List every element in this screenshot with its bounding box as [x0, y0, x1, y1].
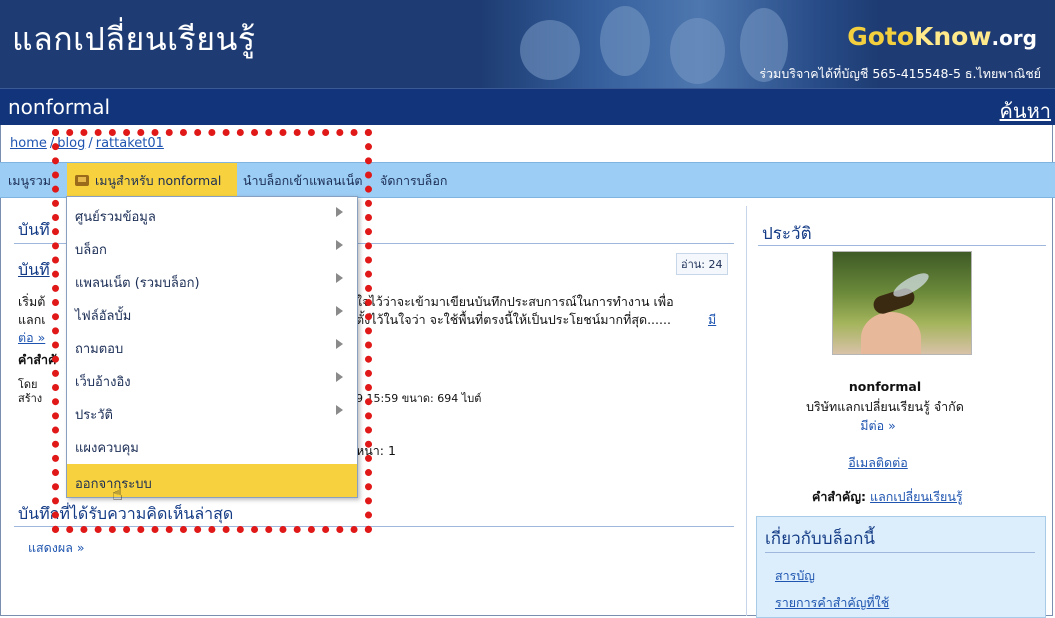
- menu-manage-blog[interactable]: จัดการบล็อก: [380, 171, 447, 191]
- profile-keyword: คำสำคัญ: แลกเปลี่ยนเรียนรู้: [812, 487, 963, 507]
- created-label: สร้าง: [18, 392, 43, 405]
- dropdown-item-control-panel[interactable]: แผงควบคุม: [67, 428, 357, 461]
- table-of-contents-link[interactable]: สารบัญ: [775, 566, 815, 586]
- dropdown-item-label: ถามตอบ: [75, 342, 124, 357]
- latest-comments-title: บันทึกที่ได้รับความคิดเห็นล่าสุด: [18, 504, 234, 523]
- chevron-right-icon: [336, 207, 343, 217]
- dropdown-item-label: แพลนเน็ต (รวมบล็อก): [75, 276, 200, 291]
- keyword-list-link[interactable]: รายการคำสำคัญที่ใช้: [775, 593, 889, 613]
- chevron-right-icon: [336, 306, 343, 316]
- breadcrumb-user[interactable]: rattaket01: [96, 136, 164, 151]
- chevron-right-icon: [336, 405, 343, 415]
- about-blog-title: เกี่ยวกับบล็อกนี้: [765, 529, 876, 549]
- dropdown-item-data-center[interactable]: ศูนย์รวมข้อมูล: [67, 197, 357, 230]
- timestamp-size: 9 15:59 ขนาด: 694 ไบต์: [356, 392, 482, 405]
- section-title: บันทึ: [18, 220, 50, 239]
- breadcrumb-separator: /: [49, 136, 55, 151]
- profile-divider: [758, 245, 1046, 246]
- breadcrumb-blog[interactable]: blog: [57, 136, 85, 151]
- keyword-label: คำสำคั: [18, 352, 57, 367]
- menu-add-to-planet[interactable]: นำบล็อกเข้าแพลนเน็ต: [243, 171, 363, 191]
- entry-excerpt-line2-start: แลกเ: [18, 312, 46, 327]
- gotoknow-logo[interactable]: GotoKnow.org: [847, 22, 1037, 51]
- breadcrumb: home / blog / rattaket01: [10, 136, 164, 151]
- about-divider: [765, 552, 1035, 553]
- profile-name: nonformal: [848, 379, 922, 394]
- dropdown-item-label: ไฟล์อัลบั้ม: [75, 309, 132, 324]
- entry-excerpt-line1-end: ใจไว้ว่าจะเข้ามาเขียนบันทึกประสบการณ์ในก…: [356, 294, 674, 309]
- dropdown-item-label: แผงควบคุม: [75, 441, 139, 456]
- blog-title-bar: nonformal ค้นหา: [0, 88, 1055, 125]
- hand-pointer-icon: ☝: [112, 484, 123, 505]
- profile-photo[interactable]: [832, 251, 972, 355]
- entry-excerpt-line1-start: เริ่มต้: [18, 294, 46, 309]
- entry-excerpt-line2-end: ตั้งไว้ในใจว่า จะใช้พื้นที่ตรงนี้ให้เป็น…: [356, 312, 671, 327]
- read-more-link[interactable]: มี: [708, 310, 716, 330]
- entry-title[interactable]: บันทึ: [18, 258, 50, 283]
- chevron-right-icon: [336, 339, 343, 349]
- logo-org: .org: [991, 26, 1037, 50]
- site-title[interactable]: แลกเปลี่ยนเรียนรู้: [12, 14, 256, 65]
- profile-organization: บริษัทแลกเปลี่ยนเรียนรู้ จำกัด: [806, 399, 964, 414]
- dropdown-item-logout[interactable]: ออกจากระบบ: [67, 464, 357, 497]
- logo-know: Know: [914, 22, 992, 51]
- profile-title: ประวัติ: [762, 224, 812, 244]
- main-menubar: เมนูรวม เมนูสำหรับ nonformal นำบล็อกเข้า…: [0, 162, 1055, 198]
- dropdown-item-qa[interactable]: ถามตอบ: [67, 329, 357, 362]
- chevron-right-icon: [336, 273, 343, 283]
- breadcrumb-separator: /: [88, 136, 93, 151]
- chevron-right-icon: [336, 240, 343, 250]
- section-divider: [14, 526, 734, 527]
- dropdown-item-album[interactable]: ไฟล์อัลบั้ม: [67, 296, 357, 329]
- menu-nonformal-label: เมนูสำหรับ nonformal: [95, 173, 222, 188]
- nonformal-dropdown-menu: ศูนย์รวมข้อมูล บล็อก แพลนเน็ต (รวมบล็อก)…: [66, 196, 358, 498]
- blog-name[interactable]: nonformal: [8, 95, 110, 119]
- email-contact-link[interactable]: อีเมลติดต่อ: [746, 453, 1010, 473]
- donation-text: ร่วมบริจาคได้ที่บัญชี 565-415548-5 ธ.ไทย…: [759, 66, 1041, 81]
- dropdown-item-planet[interactable]: แพลนเน็ต (รวมบล็อก): [67, 263, 357, 296]
- menu-all[interactable]: เมนูรวม: [8, 171, 51, 191]
- read-count-badge: อ่าน: 24: [676, 253, 728, 275]
- read-more-link-continued[interactable]: ต่อ »: [18, 328, 45, 348]
- dropdown-item-profile[interactable]: ประวัติ: [67, 395, 357, 428]
- dropdown-item-blog[interactable]: บล็อก: [67, 230, 357, 263]
- dropdown-item-label: ประวัติ: [75, 408, 113, 423]
- dropdown-item-label: ศูนย์รวมข้อมูล: [75, 210, 156, 225]
- page-count: หน้า: 1: [356, 443, 396, 458]
- dropdown-item-label: เว็บอ้างอิง: [75, 375, 131, 390]
- site-header: แลกเปลี่ยนเรียนรู้ GotoKnow.org ร่วมบริจ…: [0, 0, 1055, 88]
- search-link[interactable]: ค้นหา: [1000, 95, 1051, 127]
- logo-goto: Goto: [847, 22, 915, 51]
- about-blog-box: เกี่ยวกับบล็อกนี้ สารบัญ รายการคำสำคัญที…: [756, 516, 1046, 618]
- menu-nonformal[interactable]: เมนูสำหรับ nonformal: [67, 163, 237, 197]
- show-comments-link[interactable]: แสดงผล »: [28, 538, 85, 558]
- breadcrumb-home[interactable]: home: [10, 136, 47, 151]
- dropdown-item-label: บล็อก: [75, 243, 107, 258]
- chevron-right-icon: [336, 372, 343, 382]
- profile-more-link[interactable]: มีต่อ »: [746, 416, 1010, 436]
- dropdown-item-references[interactable]: เว็บอ้างอิง: [67, 362, 357, 395]
- profile-keyword-label: คำสำคัญ:: [812, 489, 867, 504]
- folder-flag-icon: [75, 175, 89, 186]
- profile-keyword-link[interactable]: แลกเปลี่ยนเรียนรู้: [870, 489, 963, 504]
